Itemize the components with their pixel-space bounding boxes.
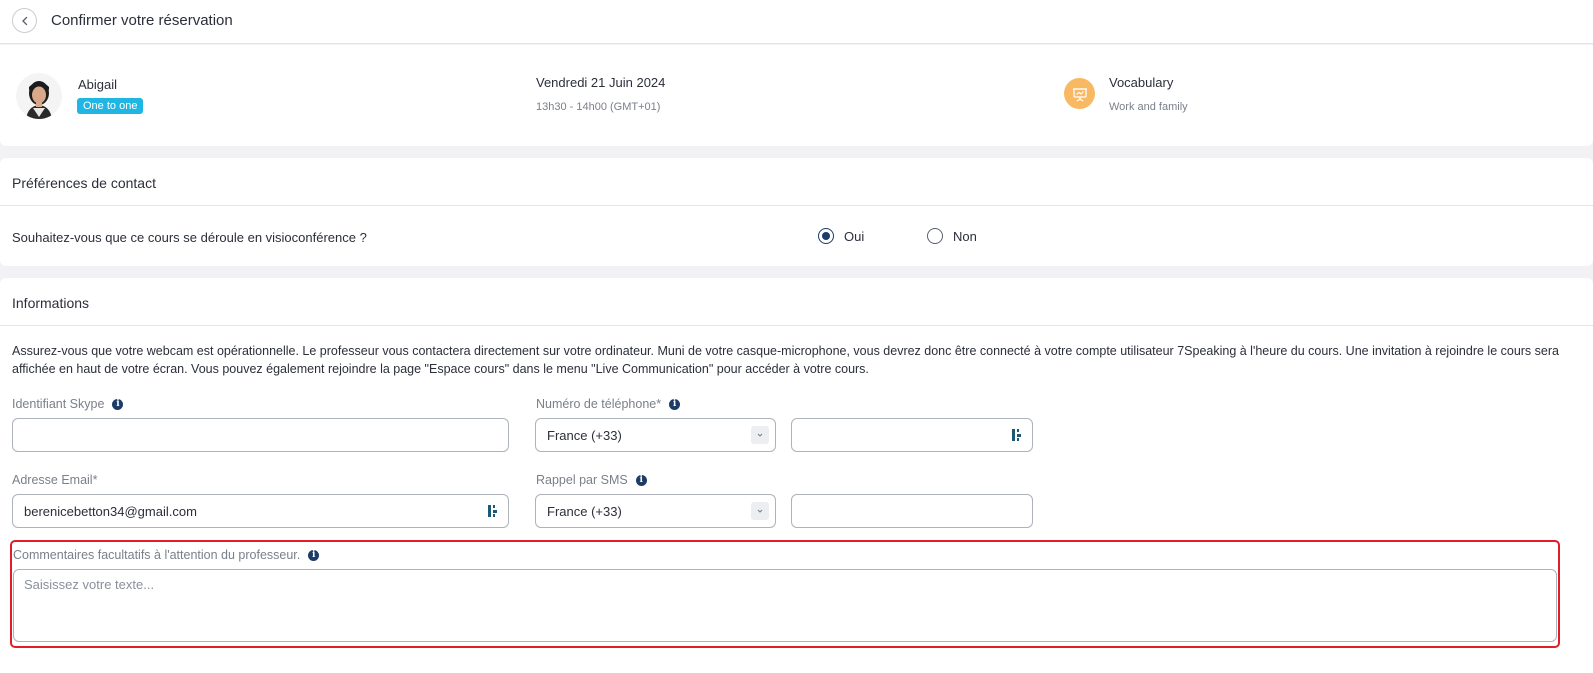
sms-country-value: France (+33) — [547, 503, 622, 519]
comment-textarea[interactable]: Saisissez votre texte... — [13, 569, 1557, 642]
divider — [0, 325, 1593, 326]
email-field[interactable]: berenicebetton34@gmail.com — [12, 494, 509, 528]
sms-label-text: Rappel par SMS — [536, 473, 628, 487]
course-date: Vendredi 21 Juin 2024 — [536, 75, 666, 90]
avatar — [16, 73, 62, 119]
informations-card: Informations Assurez-vous que votre webc… — [0, 278, 1593, 673]
comment-section-highlight: Commentaires facultatifs à l'attention d… — [10, 540, 1560, 648]
presentation-board-icon — [1064, 78, 1095, 109]
section-title-info: Informations — [12, 295, 90, 311]
radio-label: Non — [953, 228, 977, 244]
info-icon[interactable]: i — [112, 398, 124, 410]
password-manager-icon[interactable] — [488, 504, 498, 521]
page-title: Confirmer votre réservation — [51, 12, 233, 29]
email-label-text: Adresse Email* — [12, 473, 98, 487]
visio-question: Souhaitez-vous que ce cours se déroule e… — [12, 230, 367, 245]
phone-number-input[interactable] — [791, 418, 1033, 452]
radio-non[interactable]: Non — [927, 228, 977, 244]
booking-summary-card: Abigail One to one Vendredi 21 Juin 2024… — [0, 45, 1593, 146]
skype-label-text: Identifiant Skype — [12, 397, 105, 411]
skype-input[interactable] — [12, 418, 509, 452]
sms-number-input[interactable] — [791, 494, 1033, 528]
password-manager-icon[interactable] — [1012, 428, 1022, 445]
topic-title: Vocabulary — [1109, 75, 1174, 90]
phone-label: Numéro de téléphone* i — [536, 397, 681, 411]
comment-label: Commentaires facultatifs à l'attention d… — [13, 548, 320, 562]
radio-circle[interactable] — [927, 228, 943, 244]
contact-preferences-card: Préférences de contact Souhaitez-vous qu… — [0, 158, 1593, 266]
chevron-left-icon — [21, 16, 27, 25]
info-icon[interactable]: i — [669, 398, 681, 410]
radio-oui[interactable]: Oui — [818, 228, 864, 244]
info-icon[interactable]: i — [308, 549, 320, 561]
radio-circle-checked[interactable] — [818, 228, 834, 244]
radio-label: Oui — [844, 228, 865, 244]
phone-country-select[interactable]: France (+33) — [535, 418, 776, 452]
skype-label: Identifiant Skype i — [12, 397, 124, 411]
info-icon[interactable]: i — [635, 474, 647, 486]
chevron-down-icon[interactable] — [751, 502, 769, 520]
back-button[interactable] — [12, 8, 37, 33]
chevron-down-icon[interactable] — [751, 426, 769, 444]
sms-label: Rappel par SMS i — [536, 473, 647, 487]
course-type-badge: One to one — [77, 98, 144, 114]
page-header: Confirmer votre réservation — [0, 0, 1593, 44]
sms-country-select[interactable]: France (+33) — [535, 494, 776, 528]
course-time: 13h30 - 14h00 (GMT+01) — [536, 101, 661, 113]
email-value: berenicebetton34@gmail.com — [24, 503, 197, 519]
phone-country-value: France (+33) — [547, 427, 622, 443]
comment-label-text: Commentaires facultatifs à l'attention d… — [13, 548, 301, 562]
email-label: Adresse Email* — [12, 473, 97, 487]
teacher-name: Abigail — [78, 77, 118, 92]
section-title-contact: Préférences de contact — [12, 175, 156, 191]
webcam-instructions: Assurez-vous que votre webcam est opérat… — [12, 344, 1559, 376]
topic-subtitle: Work and family — [1109, 101, 1188, 113]
phone-label-text: Numéro de téléphone* — [536, 397, 662, 411]
divider — [0, 205, 1593, 206]
